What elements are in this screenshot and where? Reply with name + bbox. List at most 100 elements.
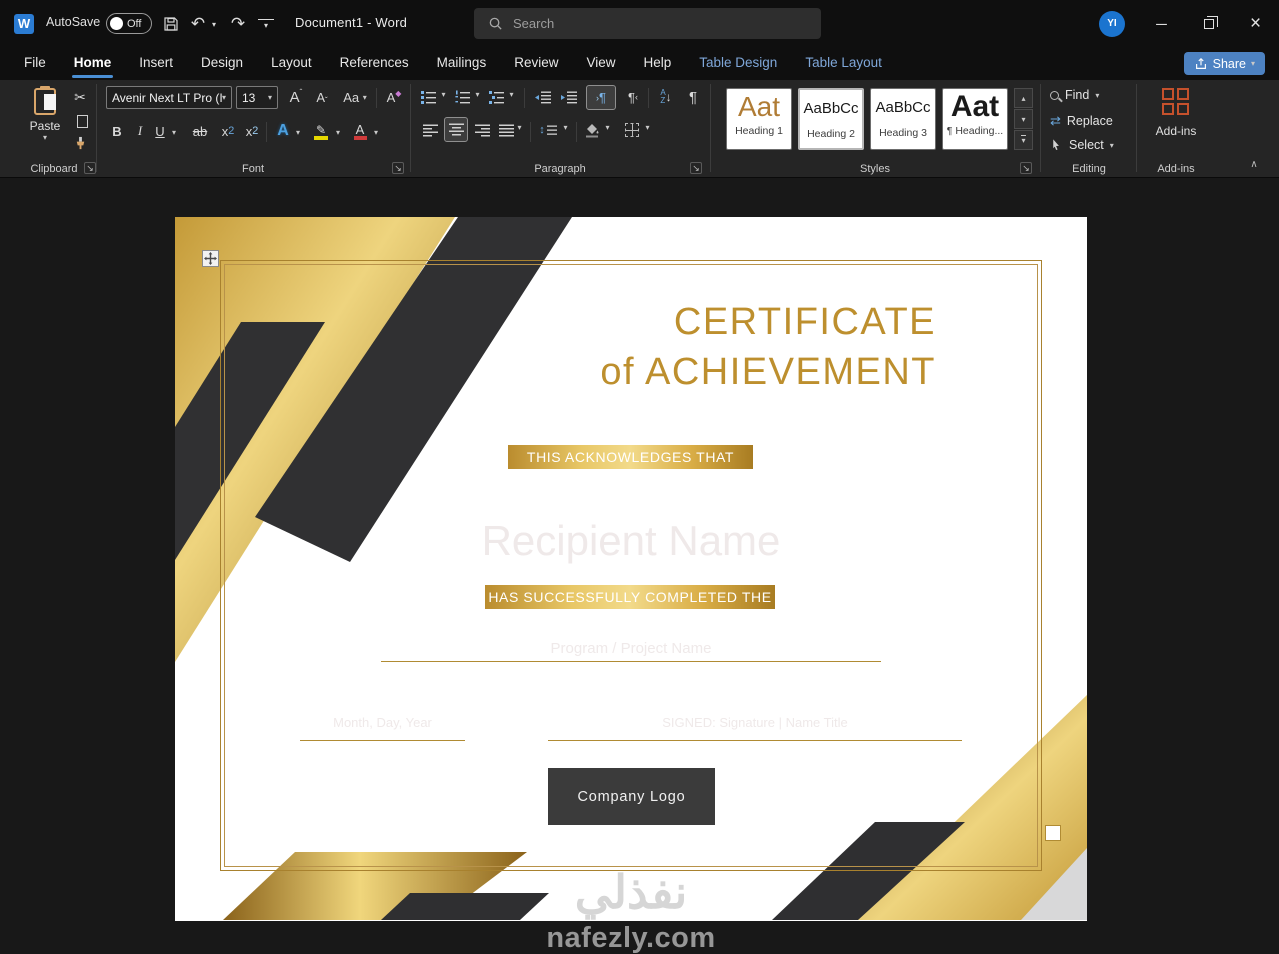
close-button[interactable]: ×	[1232, 0, 1279, 48]
justify-chevron-icon[interactable]: ▾	[514, 123, 525, 132]
bullets-button[interactable]	[420, 88, 438, 106]
share-button[interactable]: Share ▾	[1184, 52, 1265, 75]
copy-button[interactable]	[72, 112, 92, 130]
shading-button[interactable]	[582, 120, 602, 140]
style-heading3[interactable]: AaBbCc Heading 3	[870, 88, 936, 150]
text-effects-button[interactable]: A	[272, 120, 294, 142]
multilevel-list-button[interactable]	[488, 88, 506, 106]
subscript-button[interactable]: x2	[218, 120, 238, 142]
styles-scroll-up[interactable]: ▴	[1014, 88, 1033, 108]
superscript-button[interactable]: x2	[242, 120, 262, 142]
tab-home[interactable]: Home	[60, 48, 126, 80]
undo-icon[interactable]: ↶	[188, 10, 208, 38]
bold-button[interactable]: B	[108, 120, 126, 142]
resize-handle-square[interactable]	[1045, 825, 1061, 841]
sort-button[interactable]: AZ↓	[654, 86, 678, 108]
save-icon[interactable]	[158, 10, 184, 38]
tab-insert[interactable]: Insert	[125, 48, 187, 80]
avatar[interactable]: YI	[1099, 11, 1125, 37]
replace-button[interactable]: ⇄ Replace	[1050, 113, 1113, 129]
paragraph-dialog-launcher[interactable]: ↘	[690, 162, 702, 174]
ltr-text-direction-button[interactable]: ›¶	[586, 85, 616, 110]
bullets-chevron-icon[interactable]: ▾	[438, 90, 449, 99]
word-logo-icon[interactable]: W	[14, 14, 34, 34]
highlight-color-button[interactable]: ✎	[310, 118, 332, 144]
addins-button[interactable]: Add-ins	[1138, 88, 1214, 138]
tab-help[interactable]: Help	[630, 48, 686, 80]
cut-button[interactable]: ✂	[70, 88, 90, 106]
undo-chevron-icon[interactable]: ▾	[208, 10, 220, 38]
justify-button[interactable]	[496, 120, 516, 140]
tab-mailings[interactable]: Mailings	[423, 48, 501, 80]
select-button[interactable]: Select ▾	[1050, 138, 1114, 152]
tab-review[interactable]: Review	[500, 48, 572, 80]
shrink-font-button[interactable]: Aˇ	[310, 86, 334, 109]
signature-placeholder[interactable]: SIGNED: Signature | Name Title	[548, 715, 962, 730]
multilevel-chevron-icon[interactable]: ▾	[506, 90, 517, 99]
styles-gallery-expand[interactable]: ▾	[1014, 130, 1033, 150]
collapse-ribbon-button[interactable]: ∧	[1244, 156, 1264, 172]
font-color-chevron-icon[interactable]: ▾	[370, 124, 382, 140]
search-icon	[488, 16, 503, 31]
redo-icon[interactable]: ↷	[228, 10, 248, 38]
borders-button[interactable]	[622, 120, 642, 140]
group-styles: Aat Heading 1 AaBbCc Heading 2 AaBbCc He…	[714, 80, 1036, 178]
document-canvas[interactable]: CERTIFICATE of ACHIEVEMENT THIS ACKNOWLE…	[0, 178, 1279, 954]
table-move-handle[interactable]	[202, 250, 219, 267]
strikethrough-button[interactable]: ab	[188, 120, 212, 142]
date-placeholder[interactable]: Month, Day, Year	[300, 715, 465, 730]
font-name-combobox[interactable]: Avenir Next LT Pro (I▾	[106, 86, 232, 109]
restore-button[interactable]	[1185, 0, 1232, 48]
style-sample: AaBbCc	[800, 90, 862, 128]
clear-formatting-button[interactable]: A◆	[382, 86, 406, 109]
show-hide-pilcrow-button[interactable]: ¶	[684, 86, 702, 108]
tab-table-layout[interactable]: Table Layout	[791, 48, 896, 80]
styles-scroll-down[interactable]: ▾	[1014, 109, 1033, 129]
underline-button[interactable]: U	[152, 120, 168, 142]
tab-design[interactable]: Design	[187, 48, 257, 80]
shading-chevron-icon[interactable]: ▾	[602, 123, 613, 132]
rtl-text-direction-button[interactable]: ¶‹	[622, 88, 644, 106]
tab-table-design[interactable]: Table Design	[685, 48, 791, 80]
align-center-button[interactable]	[444, 117, 468, 142]
grow-font-button[interactable]: Aˆ	[284, 86, 308, 109]
font-color-button[interactable]: A	[350, 118, 370, 144]
line-spacing-button[interactable]: ↕	[536, 120, 560, 140]
recipient-name-placeholder[interactable]: Recipient Name	[175, 517, 1087, 565]
change-case-button[interactable]: Aa ▾	[338, 86, 372, 109]
styles-dialog-launcher[interactable]: ↘	[1020, 162, 1032, 174]
align-left-button[interactable]	[420, 120, 440, 140]
decrease-indent-button[interactable]	[532, 88, 552, 106]
line-spacing-chevron-icon[interactable]: ▾	[560, 123, 571, 132]
tab-references[interactable]: References	[326, 48, 423, 80]
format-painter-button[interactable]	[70, 134, 90, 152]
numbering-button[interactable]	[454, 88, 472, 106]
paste-button[interactable]: Paste ▾	[22, 86, 68, 156]
numbering-chevron-icon[interactable]: ▾	[472, 90, 483, 99]
style-heading2[interactable]: AaBbCc Heading 2	[798, 88, 864, 150]
font-dialog-launcher[interactable]: ↘	[392, 162, 404, 174]
company-logo-placeholder[interactable]: Company Logo	[548, 768, 715, 825]
clipboard-dialog-launcher[interactable]: ↘	[84, 162, 96, 174]
document-page[interactable]: CERTIFICATE of ACHIEVEMENT THIS ACKNOWLE…	[175, 217, 1087, 921]
borders-chevron-icon[interactable]: ▾	[642, 123, 653, 132]
tab-file[interactable]: File	[10, 48, 60, 80]
increase-indent-button[interactable]	[558, 88, 578, 106]
tab-view[interactable]: View	[572, 48, 629, 80]
text-effects-chevron-icon[interactable]: ▾	[292, 124, 304, 140]
minimize-button[interactable]: ─	[1138, 0, 1185, 48]
highlight-chevron-icon[interactable]: ▾	[332, 124, 344, 140]
italic-button[interactable]: I	[132, 120, 148, 142]
style-heading4[interactable]: Aat ¶ Heading...	[942, 88, 1008, 150]
font-size-combobox[interactable]: 13▾	[236, 86, 278, 109]
tab-layout[interactable]: Layout	[257, 48, 326, 80]
find-button[interactable]: Find ▾	[1050, 88, 1099, 102]
autosave-toggle[interactable]: Off	[106, 13, 152, 34]
style-heading1[interactable]: Aat Heading 1	[726, 88, 792, 150]
align-right-button[interactable]	[472, 120, 492, 140]
certificate-title-line2: of ACHIEVEMENT	[600, 347, 936, 397]
search-input[interactable]: Search	[474, 8, 821, 39]
program-name-placeholder[interactable]: Program / Project Name	[175, 640, 1087, 657]
customize-toolbar-icon[interactable]: ▾	[258, 19, 274, 31]
underline-chevron-icon[interactable]: ▾	[168, 124, 180, 140]
